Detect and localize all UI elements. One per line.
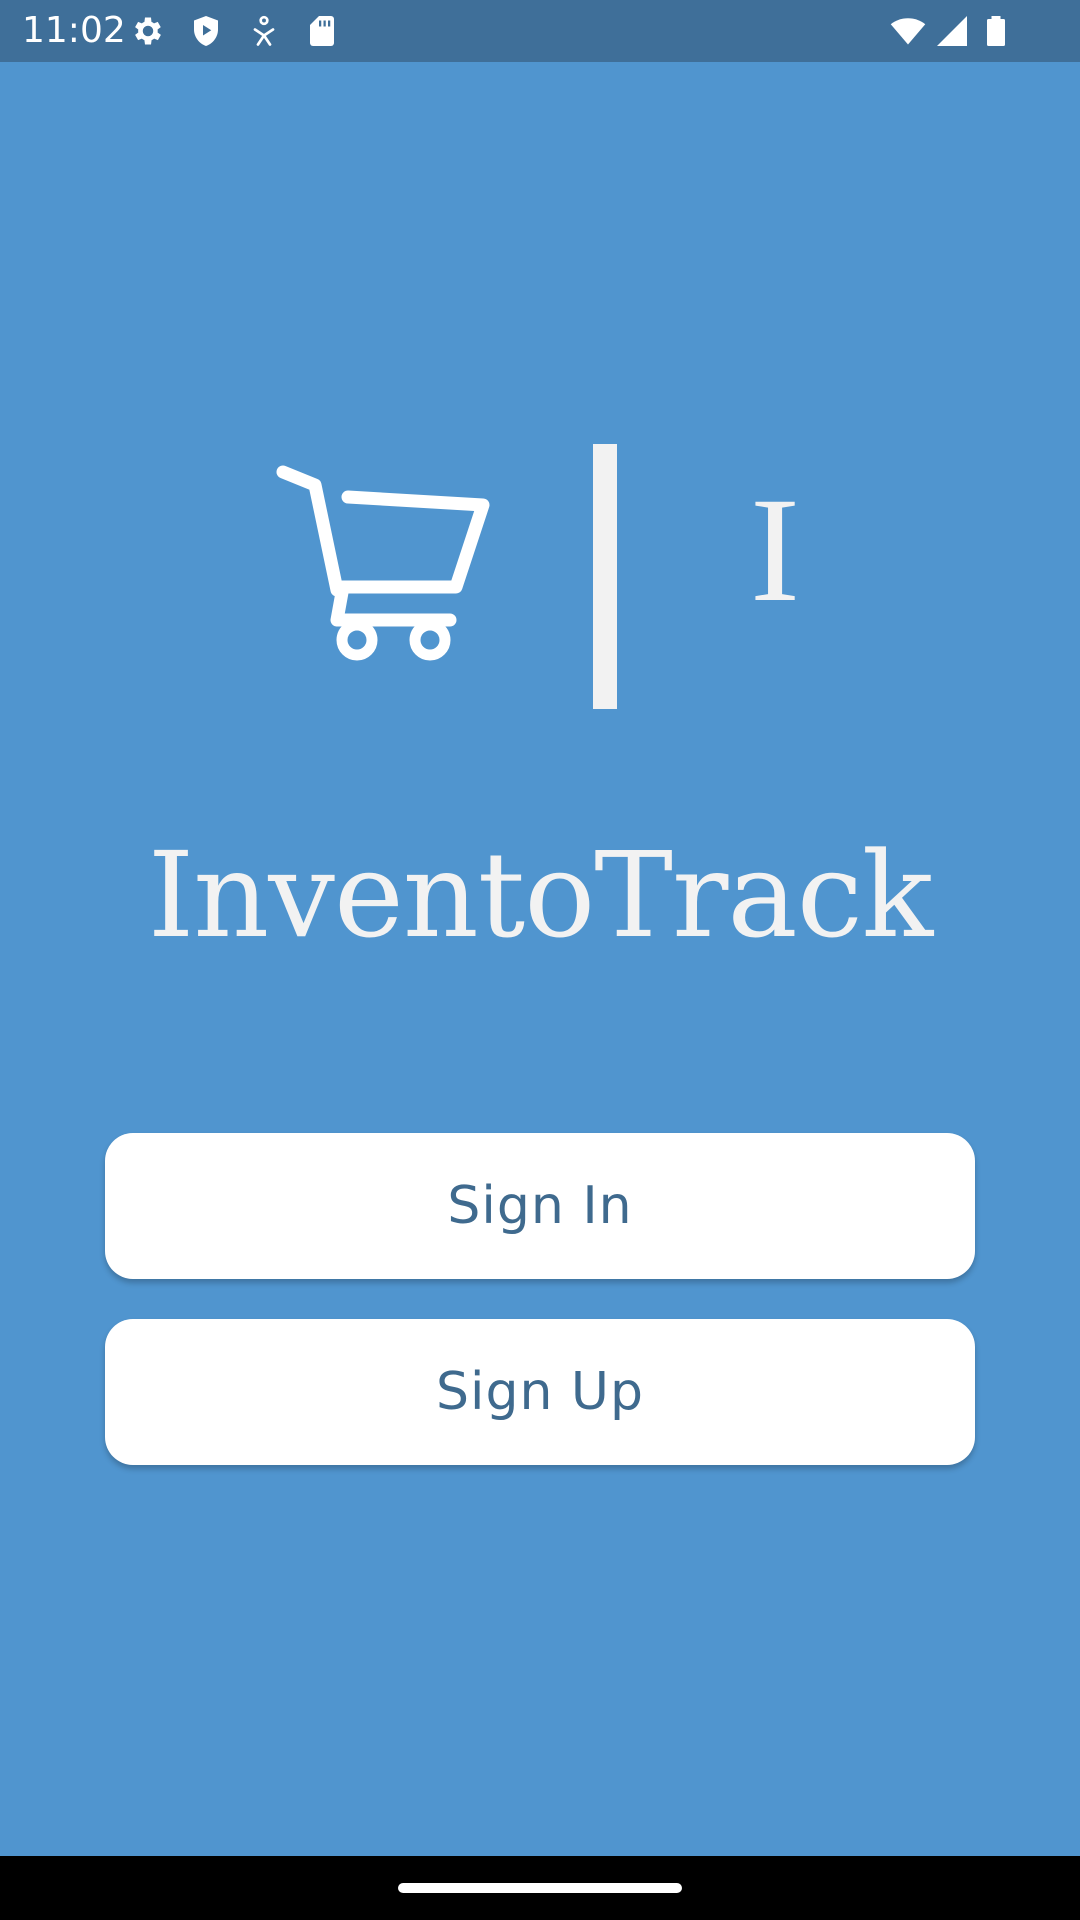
logo-divider	[593, 444, 617, 709]
logo-letter: I	[750, 467, 800, 633]
app-title: InventoTrack	[147, 826, 934, 964]
sign-in-button[interactable]: Sign In	[105, 1133, 975, 1279]
sign-up-button[interactable]: Sign Up	[105, 1319, 975, 1465]
app-logo: I	[0, 0, 1080, 720]
navigation-bar	[0, 1856, 1080, 1920]
shopping-cart-icon	[275, 455, 495, 665]
home-gesture-handle[interactable]	[398, 1883, 682, 1893]
